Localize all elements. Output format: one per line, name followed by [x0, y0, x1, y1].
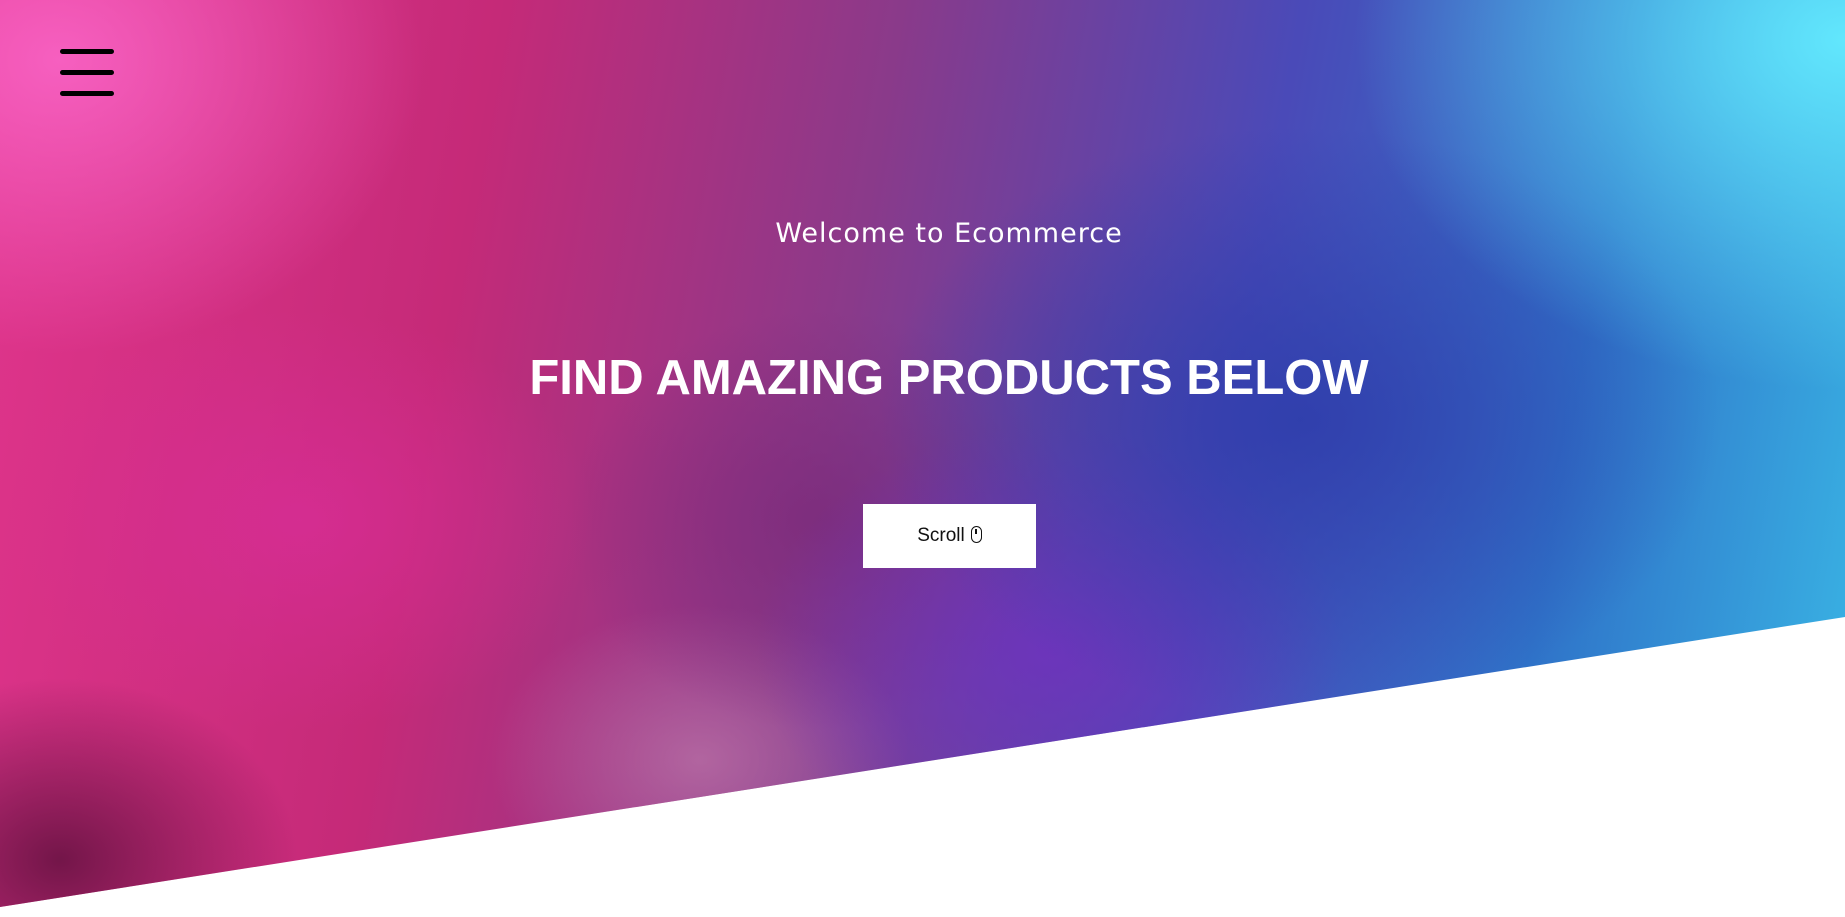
hero-headline: FIND AMAZING PRODUCTS BELOW	[529, 351, 1369, 405]
scroll-button[interactable]: Scroll	[863, 504, 1036, 568]
hamburger-menu-icon[interactable]	[60, 47, 114, 99]
menu-line-top	[60, 49, 114, 54]
mouse-icon	[970, 525, 982, 543]
welcome-text: Welcome to Ecommerce	[775, 218, 1123, 249]
menu-line-middle	[60, 70, 114, 75]
hero-background	[0, 0, 1845, 907]
menu-line-bottom	[60, 91, 114, 96]
landing-page: Welcome to Ecommerce FIND AMAZING PRODUC…	[0, 0, 1845, 917]
scroll-button-label: Scroll	[917, 525, 965, 546]
